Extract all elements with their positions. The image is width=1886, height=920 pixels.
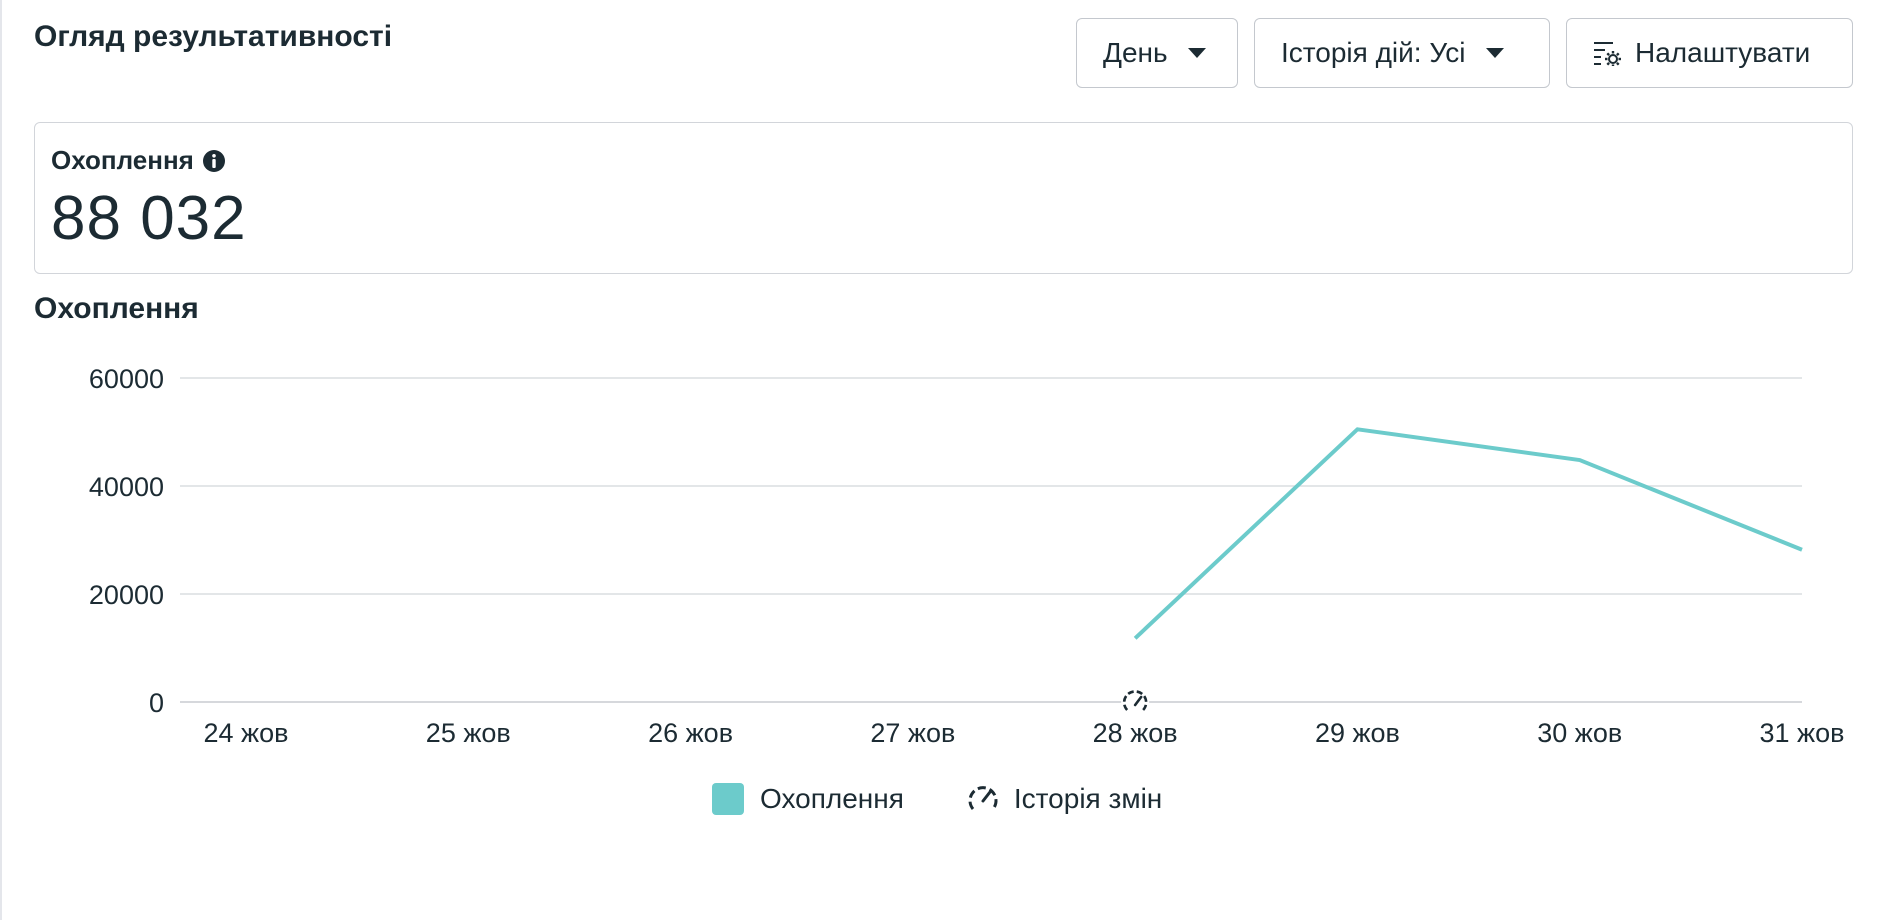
legend-label-history: Історія змін <box>1013 783 1163 814</box>
reach-metric-card: Охоплення 88 032 <box>34 122 1853 274</box>
y-tick-label: 40000 <box>89 472 164 502</box>
x-tick-label: 26 жов <box>648 718 733 748</box>
y-tick-label: 0 <box>149 688 164 718</box>
page-title: Огляд результативності <box>34 20 393 53</box>
period-dropdown-label: День <box>1103 37 1168 68</box>
legend-item-history[interactable]: Історія змін <box>966 782 1162 816</box>
metric-value: 88 032 <box>51 184 247 253</box>
history-filter-label: Історія дій: Усі <box>1281 37 1466 68</box>
info-icon[interactable] <box>202 149 226 173</box>
legend-label-reach: Охоплення <box>760 783 904 814</box>
legend-item-reach[interactable]: Охоплення <box>712 783 904 815</box>
x-tick-label: 29 жов <box>1315 718 1400 748</box>
y-tick-label: 20000 <box>89 580 164 610</box>
x-tick-label: 31 жов <box>1760 718 1845 748</box>
x-tick-label: 24 жов <box>204 718 289 748</box>
x-tick-label: 28 жов <box>1093 718 1178 748</box>
period-dropdown[interactable]: День <box>1076 18 1238 88</box>
customize-button-label: Налаштувати <box>1635 37 1811 68</box>
y-tick-label: 60000 <box>89 364 164 394</box>
metric-label: Охоплення <box>51 145 194 175</box>
settings-list-icon <box>1594 42 1621 66</box>
caret-down-icon <box>1187 48 1206 58</box>
metric-label-row: Охоплення <box>51 145 226 176</box>
history-marker[interactable] <box>1121 688 1150 716</box>
change-history-icon <box>968 786 998 810</box>
caret-down-icon <box>1485 48 1504 58</box>
history-filter-dropdown[interactable]: Історія дій: Усі <box>1254 18 1550 88</box>
reach-line-chart: 0 20000 40000 60000 24 жов 25 жов 26 жов 27 жов… <box>89 364 1845 748</box>
x-tick-label: 30 жов <box>1537 718 1622 748</box>
x-tick-label: 27 жов <box>870 718 955 748</box>
chart-legend: Охоплення Історія змін <box>712 782 1224 816</box>
chart-title: Охоплення <box>34 292 199 325</box>
series-line-reach <box>1133 427 1803 640</box>
customize-button[interactable]: Налаштувати <box>1566 18 1853 88</box>
x-tick-label: 25 жов <box>426 718 511 748</box>
legend-swatch-reach <box>712 783 744 815</box>
